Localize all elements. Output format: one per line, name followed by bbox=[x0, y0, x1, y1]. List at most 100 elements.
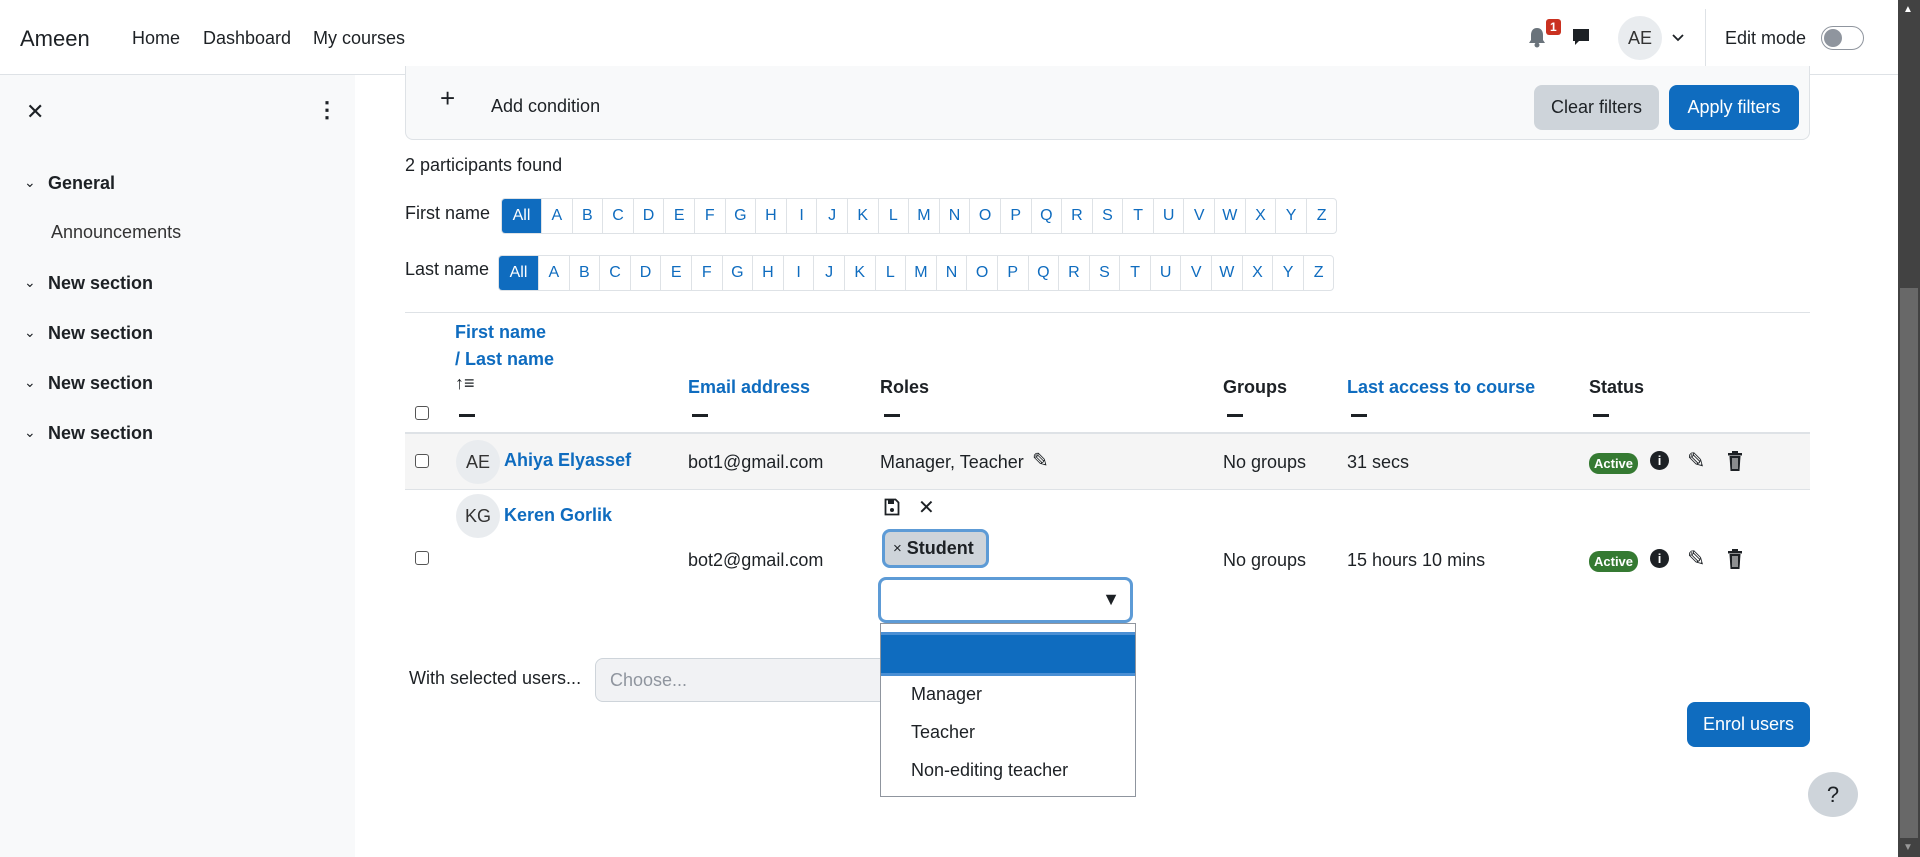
select-all-checkbox[interactable] bbox=[415, 406, 429, 420]
help-button[interactable]: ? bbox=[1808, 772, 1858, 817]
scroll-up-icon[interactable]: ▲ bbox=[1903, 4, 1913, 15]
user-avatar[interactable]: AE bbox=[1618, 16, 1662, 60]
scrollbar-thumb[interactable] bbox=[1900, 288, 1918, 838]
initial-m[interactable]: M bbox=[905, 256, 936, 290]
initial-o[interactable]: O bbox=[969, 199, 1000, 233]
trash-icon[interactable] bbox=[1727, 549, 1743, 569]
initial-w[interactable]: W bbox=[1214, 199, 1245, 233]
info-icon[interactable]: i bbox=[1650, 451, 1669, 470]
save-icon[interactable] bbox=[884, 498, 900, 516]
initial-t[interactable]: T bbox=[1122, 199, 1153, 233]
initial-s[interactable]: S bbox=[1088, 256, 1120, 290]
initial-all[interactable]: All bbox=[502, 199, 541, 233]
collapse-column-icon[interactable] bbox=[884, 414, 900, 417]
initial-e[interactable]: E bbox=[660, 256, 691, 290]
plus-icon[interactable]: + bbox=[440, 83, 455, 114]
initial-g[interactable]: G bbox=[721, 256, 753, 290]
dropdown-option-empty[interactable] bbox=[881, 632, 1135, 676]
initial-c[interactable]: C bbox=[602, 199, 633, 233]
sort-first-name[interactable]: First name bbox=[455, 322, 546, 343]
dropdown-option-teacher[interactable]: Teacher bbox=[911, 722, 975, 743]
sort-last-name[interactable]: / Last name bbox=[455, 349, 554, 370]
initial-c[interactable]: C bbox=[599, 256, 630, 290]
initial-y[interactable]: Y bbox=[1272, 256, 1303, 290]
initial-f[interactable]: F bbox=[690, 256, 722, 290]
chevron-down-icon[interactable] bbox=[1672, 34, 1684, 42]
cancel-icon[interactable]: ✕ bbox=[918, 495, 935, 520]
initial-r[interactable]: R bbox=[1061, 199, 1092, 233]
initial-v[interactable]: V bbox=[1180, 256, 1211, 290]
info-icon[interactable]: i bbox=[1650, 549, 1669, 568]
collapse-column-icon[interactable] bbox=[692, 414, 708, 417]
scrollbar[interactable]: ▲ ▼ bbox=[1898, 0, 1920, 857]
initial-b[interactable]: B bbox=[571, 199, 603, 233]
initial-u[interactable]: U bbox=[1152, 199, 1184, 233]
dropdown-option-manager[interactable]: Manager bbox=[911, 684, 982, 705]
initial-i[interactable]: I bbox=[782, 256, 814, 290]
collapse-column-icon[interactable] bbox=[1593, 414, 1609, 417]
dropdown-option-non-editing-teacher[interactable]: Non-editing teacher bbox=[911, 760, 1068, 781]
initial-e[interactable]: E bbox=[663, 199, 694, 233]
role-select[interactable]: ▼ bbox=[878, 577, 1133, 623]
initial-j[interactable]: J bbox=[813, 256, 844, 290]
add-condition-button[interactable]: Add condition bbox=[491, 96, 600, 117]
initial-u[interactable]: U bbox=[1149, 256, 1181, 290]
initial-x[interactable]: X bbox=[1244, 199, 1276, 233]
initial-j[interactable]: J bbox=[816, 199, 847, 233]
scroll-down-icon[interactable]: ▼ bbox=[1903, 842, 1913, 853]
initial-r[interactable]: R bbox=[1058, 256, 1089, 290]
enrol-users-button[interactable]: Enrol users bbox=[1687, 702, 1810, 747]
close-drawer-icon[interactable]: ✕ bbox=[26, 99, 44, 125]
bulk-action-select[interactable]: Choose... bbox=[595, 658, 905, 702]
initial-z[interactable]: Z bbox=[1305, 199, 1337, 233]
collapse-column-icon[interactable] bbox=[1227, 414, 1243, 417]
initial-l[interactable]: L bbox=[877, 199, 909, 233]
initial-p[interactable]: P bbox=[999, 199, 1031, 233]
initial-b[interactable]: B bbox=[568, 256, 600, 290]
bell-icon[interactable] bbox=[1527, 26, 1547, 48]
initial-all[interactable]: All bbox=[499, 256, 538, 290]
initial-y[interactable]: Y bbox=[1275, 199, 1306, 233]
sidebar-item-announcements[interactable]: Announcements bbox=[51, 222, 181, 243]
edit-mode-toggle[interactable] bbox=[1821, 26, 1864, 50]
more-options-icon[interactable]: ⋮ bbox=[316, 97, 338, 123]
initial-z[interactable]: Z bbox=[1302, 256, 1334, 290]
nav-home[interactable]: Home bbox=[132, 28, 180, 49]
initial-w[interactable]: W bbox=[1211, 256, 1242, 290]
initial-q[interactable]: Q bbox=[1030, 199, 1062, 233]
collapse-column-icon[interactable] bbox=[459, 414, 475, 417]
initial-d[interactable]: D bbox=[629, 256, 661, 290]
initial-h[interactable]: H bbox=[752, 256, 783, 290]
initial-a[interactable]: A bbox=[538, 256, 569, 290]
initial-d[interactable]: D bbox=[632, 199, 664, 233]
initial-h[interactable]: H bbox=[755, 199, 786, 233]
trash-icon[interactable] bbox=[1727, 451, 1743, 471]
initial-m[interactable]: M bbox=[908, 199, 939, 233]
nav-dashboard[interactable]: Dashboard bbox=[203, 28, 291, 49]
apply-filters-button[interactable]: Apply filters bbox=[1669, 85, 1799, 130]
sort-email[interactable]: Email address bbox=[688, 377, 810, 398]
initial-v[interactable]: V bbox=[1183, 199, 1214, 233]
initial-n[interactable]: N bbox=[935, 256, 967, 290]
edit-enrolment-pencil-icon[interactable]: ✎ bbox=[1687, 448, 1705, 474]
collapse-column-icon[interactable] bbox=[1351, 414, 1367, 417]
role-chip[interactable]: × Student bbox=[882, 529, 989, 568]
initial-k[interactable]: K bbox=[846, 199, 878, 233]
clear-filters-button[interactable]: Clear filters bbox=[1534, 85, 1659, 130]
participant-name[interactable]: Keren Gorlik bbox=[504, 505, 612, 526]
initial-n[interactable]: N bbox=[938, 199, 970, 233]
initial-g[interactable]: G bbox=[724, 199, 756, 233]
message-icon[interactable] bbox=[1571, 27, 1591, 47]
initial-p[interactable]: P bbox=[996, 256, 1028, 290]
participant-name[interactable]: Ahiya Elyassef bbox=[504, 450, 631, 471]
edit-roles-pencil-icon[interactable]: ✎ bbox=[1032, 448, 1049, 473]
edit-enrolment-pencil-icon[interactable]: ✎ bbox=[1687, 546, 1705, 572]
initial-q[interactable]: Q bbox=[1027, 256, 1059, 290]
initial-t[interactable]: T bbox=[1119, 256, 1150, 290]
sort-last-access[interactable]: Last access to course bbox=[1347, 377, 1535, 398]
initial-o[interactable]: O bbox=[966, 256, 997, 290]
initial-f[interactable]: F bbox=[693, 199, 725, 233]
remove-role-icon[interactable]: × bbox=[893, 540, 902, 557]
initial-a[interactable]: A bbox=[541, 199, 572, 233]
initial-k[interactable]: K bbox=[843, 256, 875, 290]
